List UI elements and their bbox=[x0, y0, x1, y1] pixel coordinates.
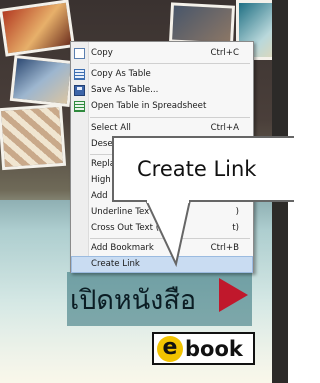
menu-item-shortcut: ) bbox=[235, 207, 239, 217]
callout-text: Create Link bbox=[137, 157, 257, 181]
menu-item-add-bookmark[interactable]: Add Bookmark Ctrl+B bbox=[71, 240, 253, 257]
menu-item-create-link[interactable]: Create Link bbox=[71, 256, 253, 273]
menu-separator bbox=[90, 238, 250, 239]
play-arrow-icon bbox=[219, 278, 248, 312]
spreadsheet-icon bbox=[74, 101, 85, 112]
cover-photo-3 bbox=[0, 103, 67, 171]
menu-item-shortcut: Ctrl+C bbox=[210, 48, 240, 58]
menu-item-label: Copy bbox=[91, 48, 113, 58]
open-book-banner-text: เปิดหนังสือ bbox=[70, 285, 197, 316]
menu-item-shortcut: Ctrl+B bbox=[210, 243, 239, 253]
menu-item-copy[interactable]: Copy Ctrl+C bbox=[71, 45, 253, 62]
menu-item-label: Open Table in Spreadsheet bbox=[91, 101, 207, 111]
menu-item-label: Create Link bbox=[91, 259, 140, 269]
menu-item-label: Copy As Table bbox=[91, 69, 151, 79]
ebook-logo: e book bbox=[152, 332, 255, 365]
cover-photo-1 bbox=[0, 0, 75, 57]
menu-item-open-table-in-spreadsheet[interactable]: Open Table in Spreadsheet bbox=[71, 98, 253, 115]
menu-item-select-all[interactable]: Select All Ctrl+A bbox=[71, 120, 253, 137]
menu-item-label: Cross Out Text (C bbox=[91, 223, 166, 233]
table-icon bbox=[74, 69, 85, 80]
menu-item-shortcut: Ctrl+A bbox=[210, 123, 239, 133]
menu-item-label: High bbox=[91, 175, 111, 185]
menu-separator bbox=[90, 63, 250, 64]
menu-item-label: Add Bookmark bbox=[91, 243, 154, 253]
menu-item-label: Save As Table... bbox=[91, 85, 159, 95]
menu-item-save-as-table[interactable]: Save As Table... bbox=[71, 82, 253, 99]
ebook-logo-e: e bbox=[157, 336, 183, 362]
menu-item-copy-as-table[interactable]: Copy As Table bbox=[71, 66, 253, 83]
cover-photo-2 bbox=[9, 54, 75, 108]
menu-item-underline-text[interactable]: Underline Tex ) bbox=[71, 204, 253, 221]
save-icon bbox=[74, 85, 85, 96]
menu-separator bbox=[90, 117, 250, 118]
menu-item-shortcut: t) bbox=[232, 223, 239, 233]
copy-icon bbox=[74, 48, 85, 59]
menu-item-label: Select All bbox=[91, 123, 131, 133]
menu-item-label: Add bbox=[91, 191, 108, 201]
ebook-logo-word: book bbox=[185, 337, 243, 361]
cover-photo-4 bbox=[168, 2, 236, 46]
menu-item-cross-out-text[interactable]: Cross Out Text (C t) bbox=[71, 220, 253, 237]
menu-item-label: Underline Tex bbox=[91, 207, 150, 217]
